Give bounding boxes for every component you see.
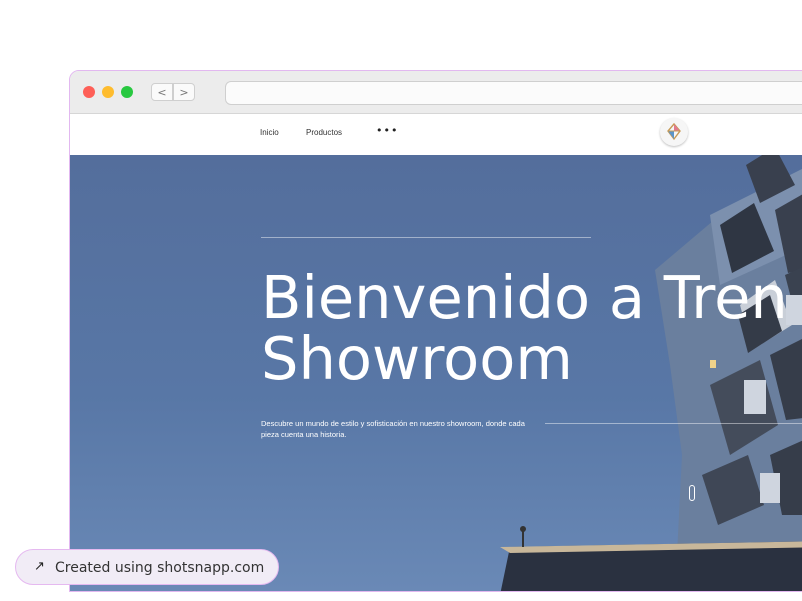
close-window-button[interactable]: [83, 86, 95, 98]
badge-text: Created using shotsnapp.com: [55, 560, 265, 576]
more-menu-button[interactable]: •••: [376, 124, 398, 137]
nav-link-productos[interactable]: Productos: [306, 128, 342, 137]
hero-description: Descubre un mundo de estilo y sofisticac…: [261, 419, 525, 439]
back-button[interactable]: <: [151, 83, 173, 101]
browser-window: < > Inicio Productos ••• Bienvenido a Tr…: [69, 70, 802, 592]
hero-title: Bienvenido a Tren Showroom: [261, 267, 788, 389]
hero-title-line1: Bienvenido a Tren: [261, 263, 788, 332]
site-navbar: Inicio Productos •••: [70, 114, 802, 155]
hero-title-line2: Showroom: [261, 324, 573, 393]
shotsnapp-badge[interactable]: ↗ Created using shotsnapp.com: [15, 549, 279, 585]
arrow-up-right-icon: ↗: [34, 559, 45, 574]
maximize-window-button[interactable]: [121, 86, 133, 98]
minimize-window-button[interactable]: [102, 86, 114, 98]
hero-divider-right: [545, 423, 802, 424]
diamond-logo-icon: [667, 122, 681, 141]
scroll-indicator-icon[interactable]: [689, 485, 695, 501]
forward-button[interactable]: >: [173, 83, 195, 101]
browser-titlebar: < >: [70, 71, 802, 114]
hero-section: Bienvenido a Tren Showroom Descubre un m…: [70, 155, 802, 591]
site-logo[interactable]: [660, 118, 688, 146]
nav-link-inicio[interactable]: Inicio: [260, 128, 279, 137]
hero-divider-top: [261, 237, 591, 238]
chevron-right-icon: >: [179, 85, 189, 99]
address-bar[interactable]: [225, 81, 802, 105]
chevron-left-icon: <: [157, 85, 167, 99]
